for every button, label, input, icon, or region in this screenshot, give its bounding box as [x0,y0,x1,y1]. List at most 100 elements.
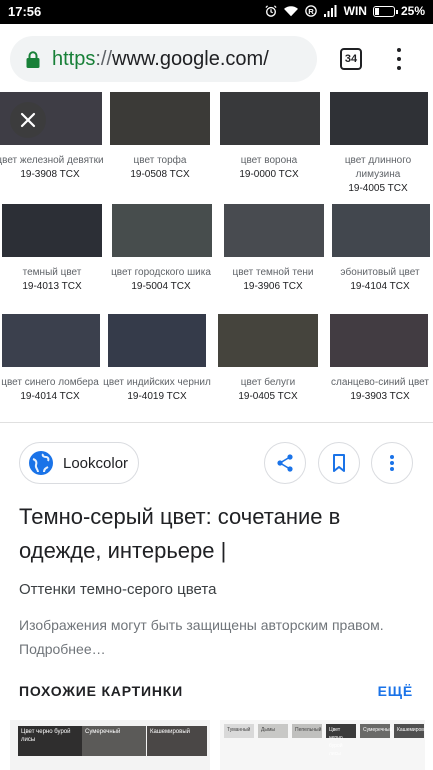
thumbnail-swatch: Дымы [258,724,288,738]
share-button[interactable] [264,442,306,484]
battery-percent: 25% [400,4,425,18]
color-code: 19-4005 TCX [348,183,408,194]
color-swatch-label: цвет городского шика 19-5004 TCX [106,266,216,294]
color-code: 19-4019 TCX [127,391,187,402]
close-preview-button[interactable] [10,102,46,138]
color-name: цвет городского шика [111,267,211,278]
color-swatch [218,314,318,367]
color-swatch [2,314,100,367]
color-name: сланцево-синий цвет [331,377,429,388]
more-similar-link[interactable]: ЕЩЁ [378,683,413,699]
thumbnail-swatch: Туманный [224,724,254,738]
color-swatch-label: цвет длинного лимузина 19-4005 TCX [323,154,433,196]
registered-icon: R [304,5,317,17]
dot-icon [397,48,401,52]
status-icons: R WIN 25% [264,4,425,18]
color-code: 19-3903 TCX [350,391,410,402]
status-bar: 17:56 R WIN 25% [0,0,433,24]
globe-icon [29,451,53,475]
color-swatch [330,92,428,145]
thumbnail-swatch: Кашемировый [394,724,425,738]
battery-icon [372,5,398,17]
color-code: 19-4104 TCX [350,281,410,292]
lock-icon [26,50,40,68]
source-name: Lookcolor [63,454,129,472]
color-name: цвет ворона [240,155,298,166]
similar-images-heading: ПОХОЖИЕ КАРТИНКИ [19,683,183,699]
thumbnail-swatch: Сумеречный [360,724,392,738]
color-swatch [110,92,210,145]
browser-toolbar: https://www.google.com/ 34 [0,24,433,92]
more-options-button[interactable] [371,442,413,484]
section-divider [0,422,433,423]
carrier-label: WIN [343,4,367,18]
url-separator: :// [95,47,113,70]
color-swatch [2,204,102,257]
svg-text:R: R [308,7,314,16]
wifi-icon [283,6,298,17]
alarm-icon [265,5,277,17]
browser-menu-button[interactable] [392,46,406,72]
color-swatch-label: цвет синего ломбера 19-4014 TCX [0,376,105,404]
color-code: 19-0405 TCX [238,391,298,402]
color-swatch-label: цвет ворона 19-0000 TCX [214,154,324,182]
color-name: цвет индийских чернил [103,377,211,388]
thumbnail-swatch: Сумеречный [82,726,146,756]
color-swatch [332,204,430,257]
close-icon [20,112,36,128]
color-swatch-label: цвет белуги 19-0405 TCX [213,376,323,404]
color-code: 19-3906 TCX [243,281,303,292]
similar-thumbnail[interactable]: Туманный Дымы Пепельный Цвет черно бурой ли… [220,720,425,770]
status-time: 17:56 [8,4,42,19]
color-swatch-label: цвет темной тени 19-3906 TCX [218,266,328,294]
color-name: цвет торфа [133,155,187,166]
color-name: цвет железной девятки [0,155,104,166]
url-scheme: https [52,47,96,70]
dot-icon [397,57,401,61]
image-subtitle: Оттенки темно-серого цвета [19,581,217,598]
color-name: эбонитовый цвет [340,267,420,278]
address-bar[interactable]: https://www.google.com/ [10,36,317,82]
color-name: цвет белуги [240,377,296,388]
color-swatch-label: эбонитовый цвет 19-4104 TCX [325,266,433,294]
color-code: 19-4014 TCX [20,391,80,402]
color-swatch [224,204,324,257]
color-code: 19-0000 TCX [239,169,299,180]
color-name: темный цвет [22,267,82,278]
thumbnail-swatch: Пепельный [292,724,322,738]
similar-thumbnail[interactable]: Цвет черно бурой лисы Сумеречный Кашемиров… [10,720,210,770]
bookmark-icon [333,454,345,472]
color-swatch-label: цвет индийских чернил 19-4019 TCX [102,376,212,404]
tab-switcher-button[interactable]: 34 [340,48,362,70]
save-button[interactable] [318,442,360,484]
color-code: 19-0508 TCX [130,169,190,180]
more-vert-icon [390,455,394,471]
color-swatch [220,92,320,145]
thumbnail-swatch: Кашемировый [147,726,207,756]
signal-icon [323,5,337,17]
thumbnail-swatch: Цвет черно бурой лисы [326,724,356,757]
color-name: цвет темной тени [232,267,314,278]
color-swatch-label: цвет торфа 19-0508 TCX [105,154,215,182]
dot-icon [397,66,401,70]
color-swatch [112,204,212,257]
url-host: www.google.com/ [112,47,269,70]
color-code: 19-4013 TCX [22,281,82,292]
source-chip[interactable]: Lookcolor [19,442,139,484]
color-swatch [108,314,206,367]
color-swatch [330,314,428,367]
thumbnail-swatch: Цвет черно бурой лисы [18,726,82,756]
color-code: 19-3908 TCX [20,169,80,180]
color-name: цвет длинного лимузина [344,155,412,180]
color-name: цвет синего ломбера [1,377,99,388]
color-swatch-label: темный цвет 19-4013 TCX [0,266,107,294]
share-icon [277,454,293,472]
copyright-notice[interactable]: Изображения могут быть защищены авторски… [19,613,419,661]
color-swatch-label: цвет железной девятки 19-3908 TCX [0,154,105,182]
battery-fill [374,7,379,15]
image-title[interactable]: Темно-серый цвет: сочетание в одежде, ин… [19,500,419,568]
url-text[interactable]: https://www.google.com/ [52,48,269,71]
color-code: 19-5004 TCX [131,281,191,292]
color-swatch-label: сланцево-синий цвет 19-3903 TCX [325,376,433,404]
color-swatch-grid: цвет железной девятки 19-3908 TCX цвет тор… [0,92,433,422]
